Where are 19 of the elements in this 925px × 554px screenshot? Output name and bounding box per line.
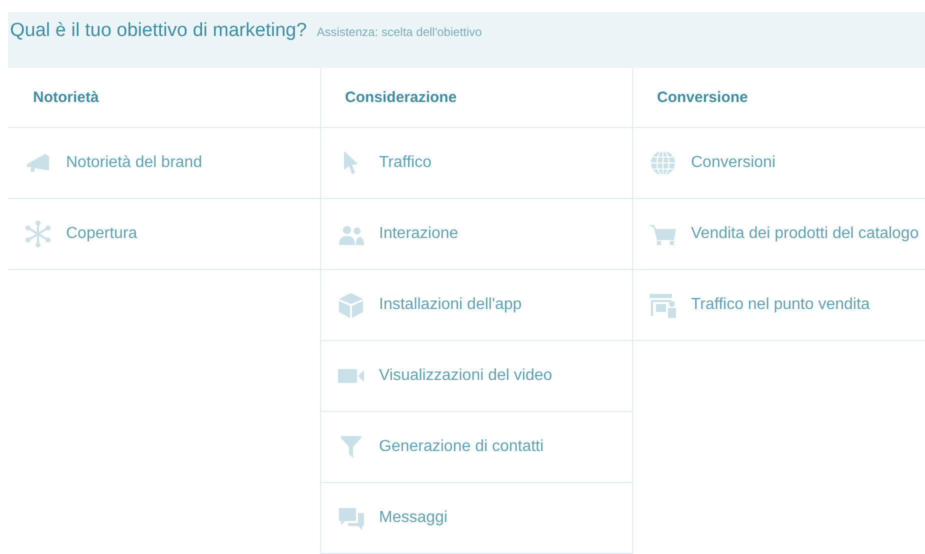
column-heading: Conversione bbox=[657, 89, 748, 106]
objective-option[interactable]: Vendita dei prodotti del catalogo bbox=[633, 199, 925, 270]
objective-option[interactable]: Conversioni bbox=[633, 128, 925, 199]
objective-option[interactable]: Installazioni dell'app bbox=[321, 270, 632, 341]
cube-icon bbox=[336, 290, 366, 320]
column-heading: Considerazione bbox=[345, 89, 457, 106]
objective-option[interactable]: Notorietà del brand bbox=[8, 128, 320, 199]
objective-option[interactable]: Generazione di contatti bbox=[321, 412, 632, 483]
column-heading: Notorietà bbox=[33, 89, 99, 106]
globe-icon bbox=[648, 148, 678, 178]
objective-option[interactable]: Interazione bbox=[321, 199, 632, 270]
help-link[interactable]: Assistenza: scelta dell'obiettivo bbox=[316, 25, 482, 39]
network-icon bbox=[23, 219, 53, 249]
objective-option[interactable]: Messaggi bbox=[321, 483, 632, 554]
page-title: Qual è il tuo obiettivo di marketing? bbox=[10, 20, 307, 42]
objective-option[interactable]: Copertura bbox=[8, 199, 320, 270]
objective-option[interactable]: Visualizzazioni del video bbox=[321, 341, 632, 412]
objective-option[interactable]: Traffico nel punto vendita bbox=[633, 270, 925, 341]
objective-option[interactable]: Traffico bbox=[321, 128, 632, 199]
